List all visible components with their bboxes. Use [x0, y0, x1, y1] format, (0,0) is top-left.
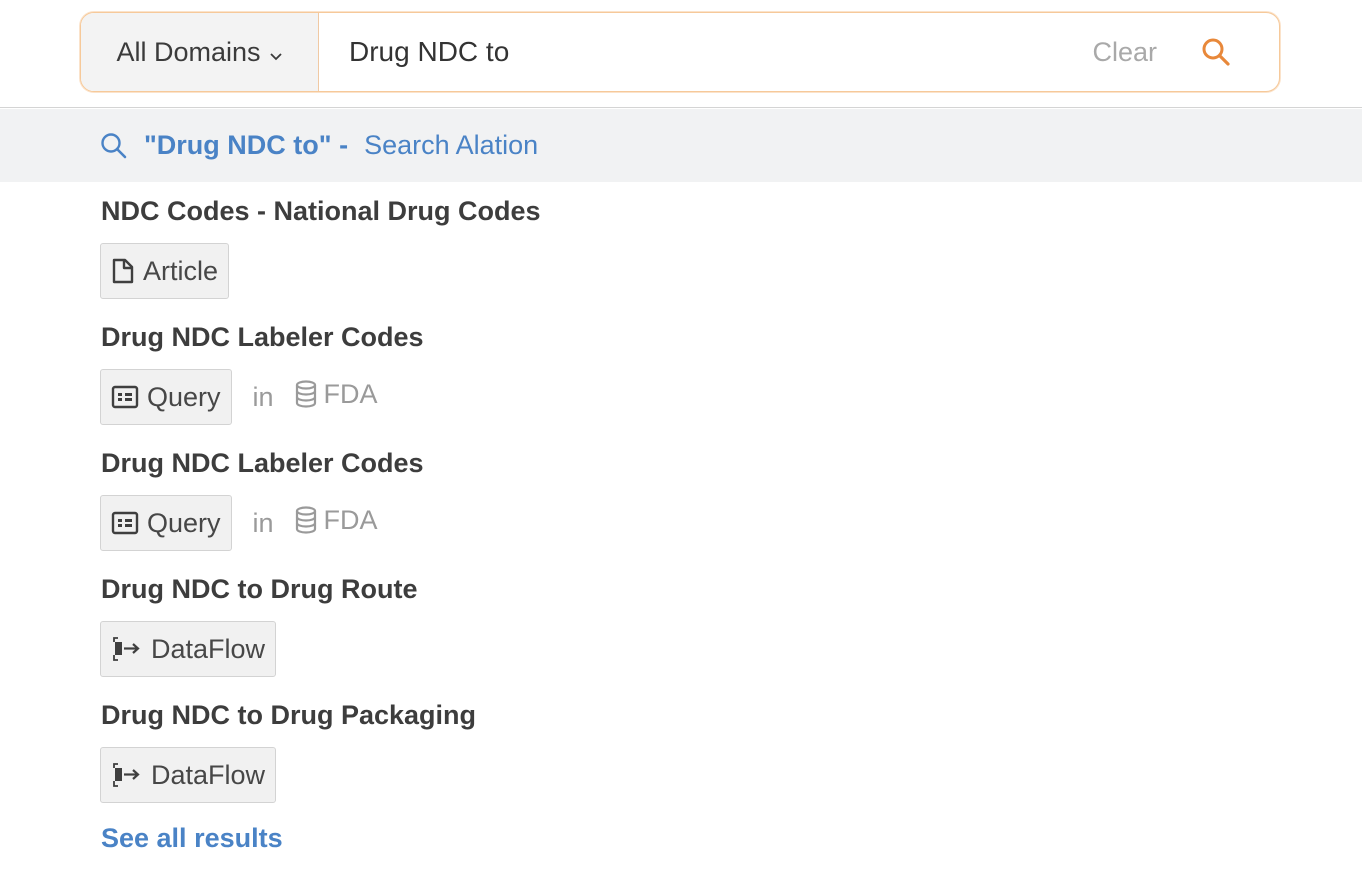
- article-icon: [111, 258, 135, 284]
- in-label: in: [252, 507, 274, 538]
- query-icon: [111, 511, 139, 535]
- search-icon[interactable]: [1201, 37, 1231, 67]
- type-label: DataFlow: [151, 759, 266, 790]
- type-badge[interactable]: DataFlow: [100, 621, 277, 677]
- result-meta: DataFlow: [100, 746, 277, 804]
- result-meta: Query in FDA: [100, 494, 378, 552]
- search-suggestion-row[interactable]: "Drug NDC to" - Search Alation: [0, 109, 1362, 182]
- type-label: Query: [147, 507, 221, 538]
- suggestion-query: "Drug NDC to" -: [144, 130, 349, 160]
- database-icon: [294, 506, 318, 534]
- list-item[interactable]: NDC Codes - National Drug Codes Article: [100, 182, 1300, 308]
- list-item[interactable]: Drug NDC to Drug Route DataFlow: [100, 560, 1300, 686]
- in-label: in: [252, 381, 274, 412]
- result-meta: Query in FDA: [100, 368, 378, 426]
- search-header: All Domains Clear: [0, 0, 1362, 108]
- list-item[interactable]: Drug NDC to Drug Packaging DataFlow: [100, 686, 1300, 812]
- result-title[interactable]: Drug NDC Labeler Codes: [101, 322, 424, 353]
- domain-select-label: All Domains: [116, 36, 261, 67]
- result-meta: Article: [100, 242, 230, 300]
- result-title[interactable]: Drug NDC Labeler Codes: [101, 448, 424, 479]
- type-label: DataFlow: [151, 633, 266, 664]
- source-label: FDA: [323, 378, 378, 409]
- results-list: NDC Codes - National Drug Codes Article …: [100, 182, 1300, 812]
- clear-button[interactable]: Clear: [1092, 37, 1157, 68]
- type-label: Query: [147, 381, 221, 412]
- result-title[interactable]: NDC Codes - National Drug Codes: [101, 196, 541, 227]
- see-all-results-link[interactable]: See all results: [101, 823, 283, 854]
- type-badge[interactable]: Query: [100, 369, 232, 425]
- dataflow-icon: [111, 761, 143, 789]
- chevron-down-icon: [269, 38, 283, 69]
- search-alation-link[interactable]: Search Alation: [364, 130, 538, 161]
- search-input[interactable]: [319, 13, 1093, 91]
- source-link[interactable]: FDA: [294, 379, 378, 410]
- source-label: FDA: [323, 504, 378, 535]
- list-item[interactable]: Drug NDC Labeler Codes Query in FDA: [100, 308, 1300, 434]
- search-icon: [100, 132, 128, 160]
- dataflow-icon: [111, 635, 143, 663]
- search-box: All Domains Clear: [80, 12, 1280, 92]
- database-icon: [294, 380, 318, 408]
- result-meta: DataFlow: [100, 620, 277, 678]
- domain-select[interactable]: All Domains: [81, 13, 319, 91]
- type-badge[interactable]: Query: [100, 495, 232, 551]
- type-label: Article: [143, 255, 219, 286]
- query-icon: [111, 385, 139, 409]
- type-badge[interactable]: Article: [100, 243, 230, 299]
- result-title[interactable]: Drug NDC to Drug Route: [101, 574, 417, 605]
- source-link[interactable]: FDA: [294, 505, 378, 536]
- list-item[interactable]: Drug NDC Labeler Codes Query in FDA: [100, 434, 1300, 560]
- result-title[interactable]: Drug NDC to Drug Packaging: [101, 700, 476, 731]
- type-badge[interactable]: DataFlow: [100, 747, 277, 803]
